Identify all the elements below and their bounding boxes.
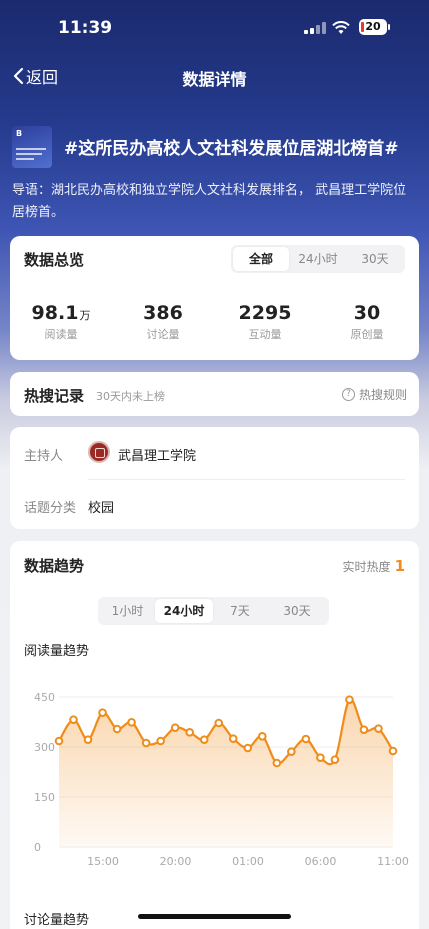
chart-data-point[interactable]: [228, 734, 238, 743]
category-value: 校园: [88, 501, 115, 516]
chart-data-point[interactable]: [374, 724, 383, 733]
chart-data-point[interactable]: [316, 753, 325, 762]
topic-title: #这所民办高校人文社科发展位居湖北榜首#: [64, 139, 399, 159]
info-divider: [88, 479, 405, 480]
chart-data-point[interactable]: [199, 735, 209, 744]
stat-interactions-label: 互动量: [248, 328, 282, 341]
chart-data-point[interactable]: [243, 743, 253, 753]
x-tick-label: 20:00: [160, 855, 192, 868]
x-tick-label: 06:00: [305, 855, 337, 868]
trend-range-tabs: 1小时 24小时 7天 30天: [98, 597, 329, 625]
chart-data-point[interactable]: [54, 736, 64, 746]
stat-interactions-value: 2295: [238, 302, 292, 324]
stat-originals-value: 30: [353, 302, 381, 324]
stat-discussions: 386 讨论量: [112, 302, 214, 342]
stat-reads-value: 98.1: [31, 302, 79, 324]
chart-data-point[interactable]: [345, 695, 354, 704]
host-label: 主持人: [24, 449, 64, 464]
overview-stats: 98.1万 阅读量 386 讨论量 2295 互动量 30 原创量: [10, 302, 419, 342]
chart-data-point[interactable]: [214, 718, 224, 728]
overview-range-tabs: 全部 24小时 30天: [231, 245, 405, 273]
chart-data-point[interactable]: [359, 725, 369, 734]
cellular-signal-icon: [304, 22, 326, 34]
trend-title: 数据趋势: [24, 557, 85, 575]
topic-info-card: 主持人 武昌理工学院 话题分类 校园: [10, 427, 419, 529]
tab-30d-trend[interactable]: 30天: [267, 599, 327, 623]
x-tick-label: 15:00: [87, 855, 119, 868]
hot-search-rule-label: 热搜规则: [358, 388, 407, 402]
question-circle-icon: ?: [341, 388, 355, 401]
chart-data-point[interactable]: [98, 708, 107, 717]
school-seal-icon[interactable]: [88, 441, 110, 463]
stat-originals-label: 原创量: [350, 328, 384, 341]
realtime-heat-value: 1: [394, 557, 405, 575]
discussion-trend-title: 讨论量趋势: [24, 913, 90, 928]
tab-24h-trend[interactable]: 24小时: [155, 599, 213, 623]
chart-data-point[interactable]: [258, 732, 267, 741]
hot-search-title: 热搜记录: [24, 387, 85, 405]
read-trend-chart[interactable]: 0 150 300 450 15:00 20:00 01:00 06:00 11:00: [10, 675, 419, 915]
x-tick-label: 01:00: [232, 855, 264, 868]
wifi-icon: [332, 20, 350, 39]
chart-data-point[interactable]: [388, 746, 398, 756]
y-tick-label: 300: [34, 741, 55, 754]
stat-discussions-label: 讨论量: [146, 328, 180, 341]
realtime-heat: 实时热度 1: [343, 557, 405, 575]
host-name[interactable]: 武昌理工学院: [118, 445, 196, 464]
y-tick-label: 450: [34, 691, 55, 704]
chart-data-point[interactable]: [301, 734, 311, 744]
y-tick-label: 0: [34, 841, 41, 854]
tab-all[interactable]: 全部: [233, 247, 289, 271]
overview-card: 数据总览 全部 24小时 30天 98.1万 阅读量 386 讨论量 2295 …: [10, 236, 419, 360]
stat-discussions-value: 386: [143, 302, 183, 324]
overview-title: 数据总览: [24, 251, 85, 269]
stat-reads: 98.1万 阅读量: [10, 302, 112, 342]
chart-data-point[interactable]: [69, 715, 78, 724]
stat-reads-label: 阅读量: [44, 328, 78, 341]
tab-24h[interactable]: 24小时: [289, 247, 347, 271]
page-title: 数据详情: [182, 70, 247, 89]
battery-level: 20: [365, 20, 381, 33]
chart-data-point[interactable]: [127, 718, 136, 727]
chart-data-point[interactable]: [272, 758, 282, 768]
y-tick-label: 150: [34, 791, 55, 804]
stat-originals: 30 原创量: [316, 302, 418, 342]
topic-description: 导语：湖北民办高校和独立学院人文社科发展排名， 武昌理工学院位居榜首。: [12, 183, 407, 220]
hot-search-rule-link[interactable]: ? 热搜规则: [341, 386, 407, 403]
topic-thumbnail[interactable]: B: [12, 126, 52, 168]
chart-data-point[interactable]: [141, 738, 151, 748]
nav-bar: 返回 数据详情: [0, 60, 429, 92]
chart-data-point[interactable]: [112, 724, 122, 734]
chart-data-point[interactable]: [185, 728, 194, 737]
chart-data-point[interactable]: [83, 735, 93, 744]
home-indicator: [138, 914, 291, 919]
stat-reads-unit: 万: [79, 309, 91, 322]
tab-7d[interactable]: 7天: [213, 599, 267, 623]
chart-data-point[interactable]: [287, 747, 296, 756]
status-bar: 11:39 20: [0, 0, 429, 50]
tab-30d[interactable]: 30天: [347, 247, 403, 271]
chart-data-point[interactable]: [170, 723, 180, 732]
chart-data-point[interactable]: [156, 736, 165, 746]
status-time: 11:39: [58, 18, 113, 38]
hot-search-note: 30天内未上榜: [96, 390, 165, 403]
realtime-heat-label: 实时热度: [342, 560, 391, 574]
stat-interactions: 2295 互动量: [214, 302, 316, 342]
hot-search-card: 热搜记录 30天内未上榜 ? 热搜规则: [10, 372, 419, 416]
trend-card: 数据趋势 实时热度 1 1小时 24小时 7天 30天 阅读量趋势 0 150 30…: [10, 541, 419, 929]
chart-data-point[interactable]: [330, 755, 340, 764]
tab-1h[interactable]: 1小时: [100, 599, 155, 623]
category-label: 话题分类: [24, 501, 77, 516]
read-trend-title: 阅读量趋势: [24, 644, 90, 659]
battery-indicator: 20: [359, 19, 390, 35]
x-tick-label: 11:00: [377, 855, 409, 868]
